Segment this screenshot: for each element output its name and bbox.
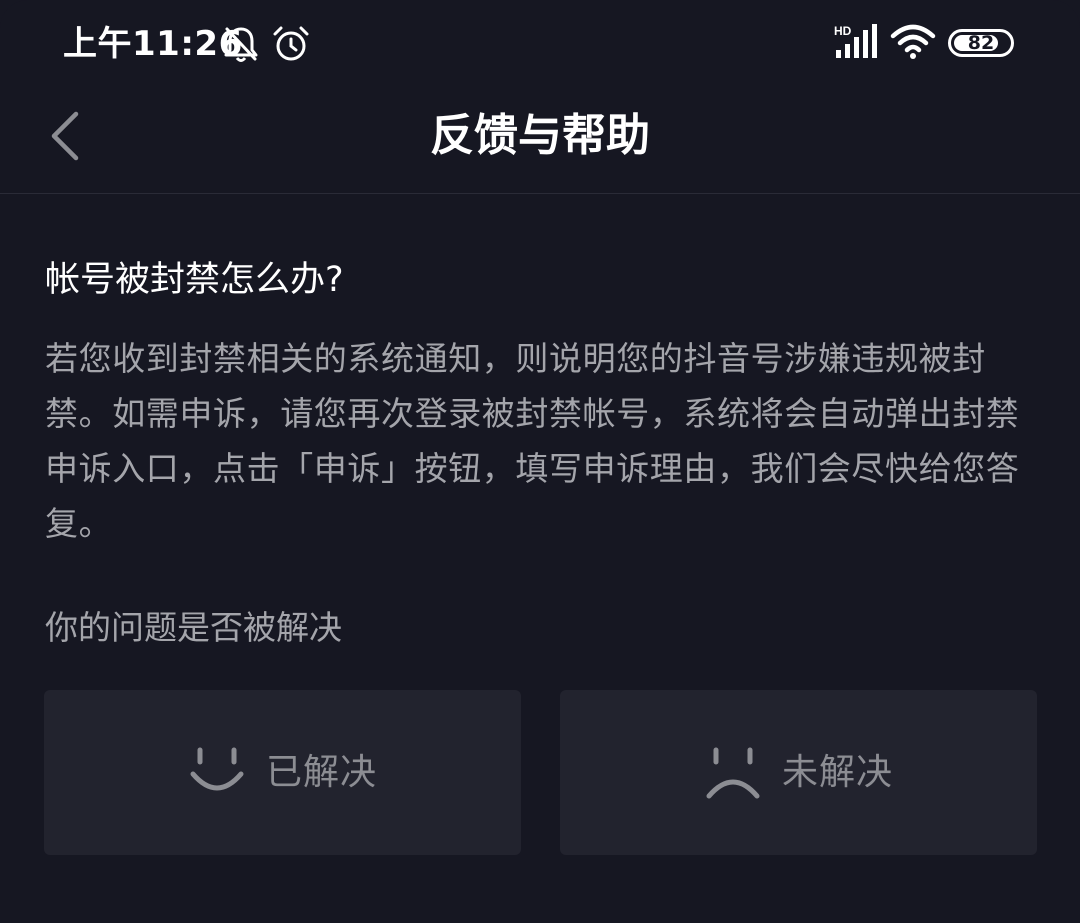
alarm-icon <box>271 24 311 68</box>
wifi-icon <box>890 24 936 64</box>
battery-icon: 82 <box>948 29 1014 57</box>
solved-button[interactable]: 已解决 <box>44 690 521 855</box>
status-bar: 上午11:26 HD 82 <box>0 0 1080 90</box>
battery-level: 82 <box>967 32 995 54</box>
question-title: 帐号被封禁怎么办? <box>45 260 344 300</box>
frown-icon <box>706 747 760 798</box>
smile-icon <box>190 747 244 790</box>
feedback-prompt: 你的问题是否被解决 <box>45 608 342 647</box>
unsolved-button[interactable]: 未解决 <box>560 690 1037 855</box>
network-label: HD <box>834 24 852 38</box>
solved-label: 已解决 <box>265 751 377 793</box>
bell-muted-icon <box>222 24 260 68</box>
page-title: 反馈与帮助 <box>430 110 650 161</box>
header: 反馈与帮助 <box>0 90 1080 194</box>
unsolved-label: 未解决 <box>781 751 893 793</box>
signal-icon: HD <box>832 24 878 64</box>
screen: 上午11:26 HD 82 反馈与帮助 帐号被封禁怎么办? 若您收到封禁相关的系… <box>0 0 1080 923</box>
answer-text: 若您收到封禁相关的系统通知，则说明您的抖音号涉嫌违规被封禁。如需申诉，请您再次登… <box>45 339 1020 543</box>
status-time: 上午11:26 <box>63 24 243 64</box>
